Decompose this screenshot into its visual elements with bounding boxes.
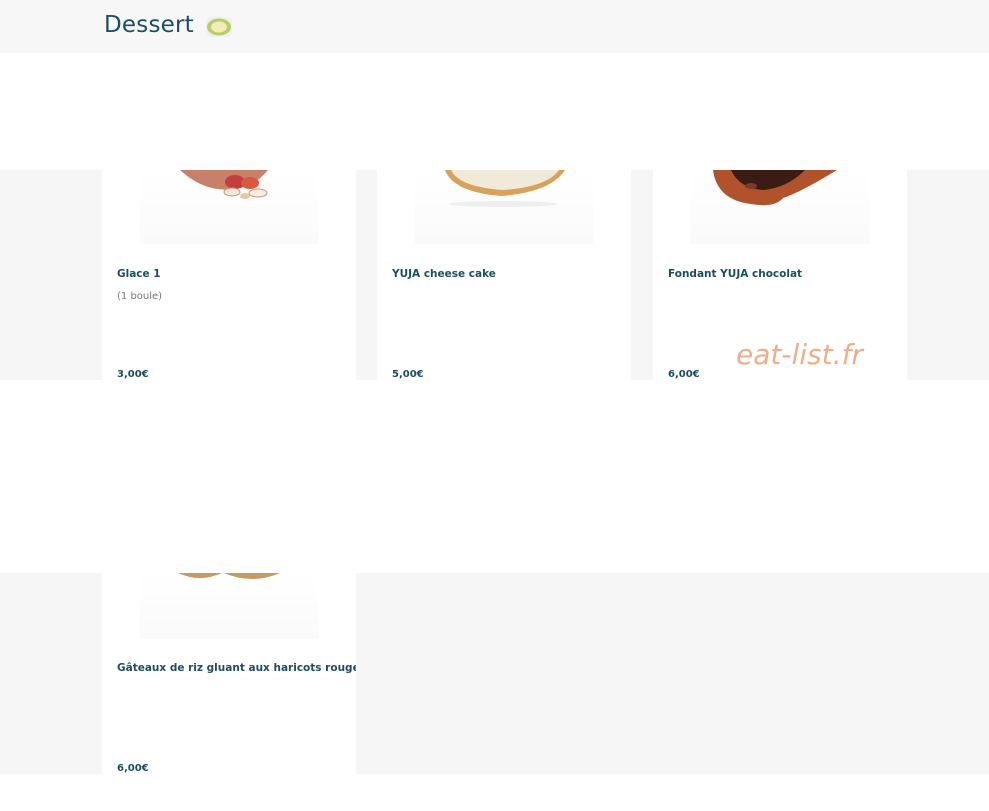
header-bar: Dessert xyxy=(0,0,989,53)
menu-item-card[interactable]: YUJA cheese cake 5,00€ xyxy=(377,170,631,380)
dessert-photo xyxy=(691,170,869,244)
item-price: 6,00€ xyxy=(117,763,149,774)
page-title: Dessert xyxy=(104,12,194,38)
dish-icon xyxy=(206,17,232,37)
item-name: YUJA cheese cake xyxy=(392,268,496,280)
watermark: eat-list.fr xyxy=(736,338,863,371)
item-description: (1 boule) xyxy=(117,291,163,302)
dessert-photo xyxy=(140,573,318,639)
menu-item-card[interactable]: Gâteaux de riz gluant aux haricots rouge… xyxy=(102,573,356,774)
item-price: 6,00€ xyxy=(668,369,700,380)
item-name: Glace 1 xyxy=(117,268,161,280)
dessert-photo xyxy=(140,170,318,244)
item-name: Fondant YUJA chocolat xyxy=(668,268,803,280)
dessert-photo xyxy=(415,170,593,244)
item-price: 3,00€ xyxy=(117,369,149,380)
menu-item-card[interactable]: Glace 1 (1 boule) 3,00€ xyxy=(102,170,356,380)
item-name: Gâteaux de riz gluant aux haricots rouge… xyxy=(117,662,356,674)
item-price: 5,00€ xyxy=(392,369,424,380)
